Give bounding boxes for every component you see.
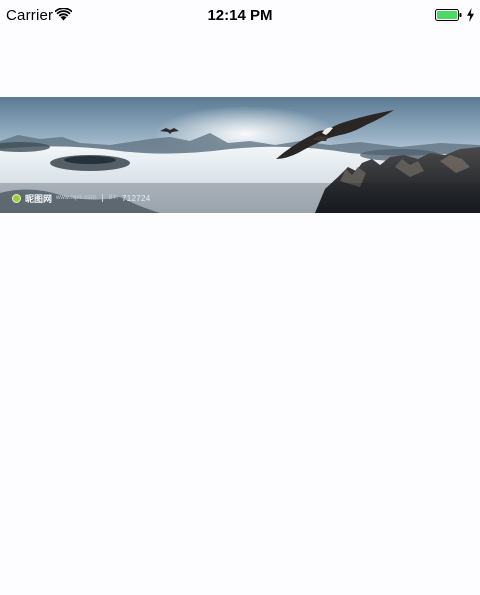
banner-watermark: 昵图网 www.nipic.com BY: 712724 [12, 192, 151, 204]
nipic-logo-icon [12, 193, 21, 203]
app-screen: Carrier 12:14 PM 昵图网 www.nipic.com BY: 7… [0, 0, 480, 595]
watermark-brand: 昵图网 [25, 193, 53, 204]
watermark-site: www.nipic.com [56, 195, 96, 201]
watermark-id: 712724 [122, 193, 151, 203]
watermark-id-label: BY: [108, 195, 119, 201]
battery-icon [435, 9, 462, 21]
status-bar: Carrier 12:14 PM [0, 0, 480, 30]
charging-bolt-icon [467, 8, 474, 22]
clock: 12:14 PM [207, 7, 273, 24]
watermark-divider [101, 194, 103, 202]
